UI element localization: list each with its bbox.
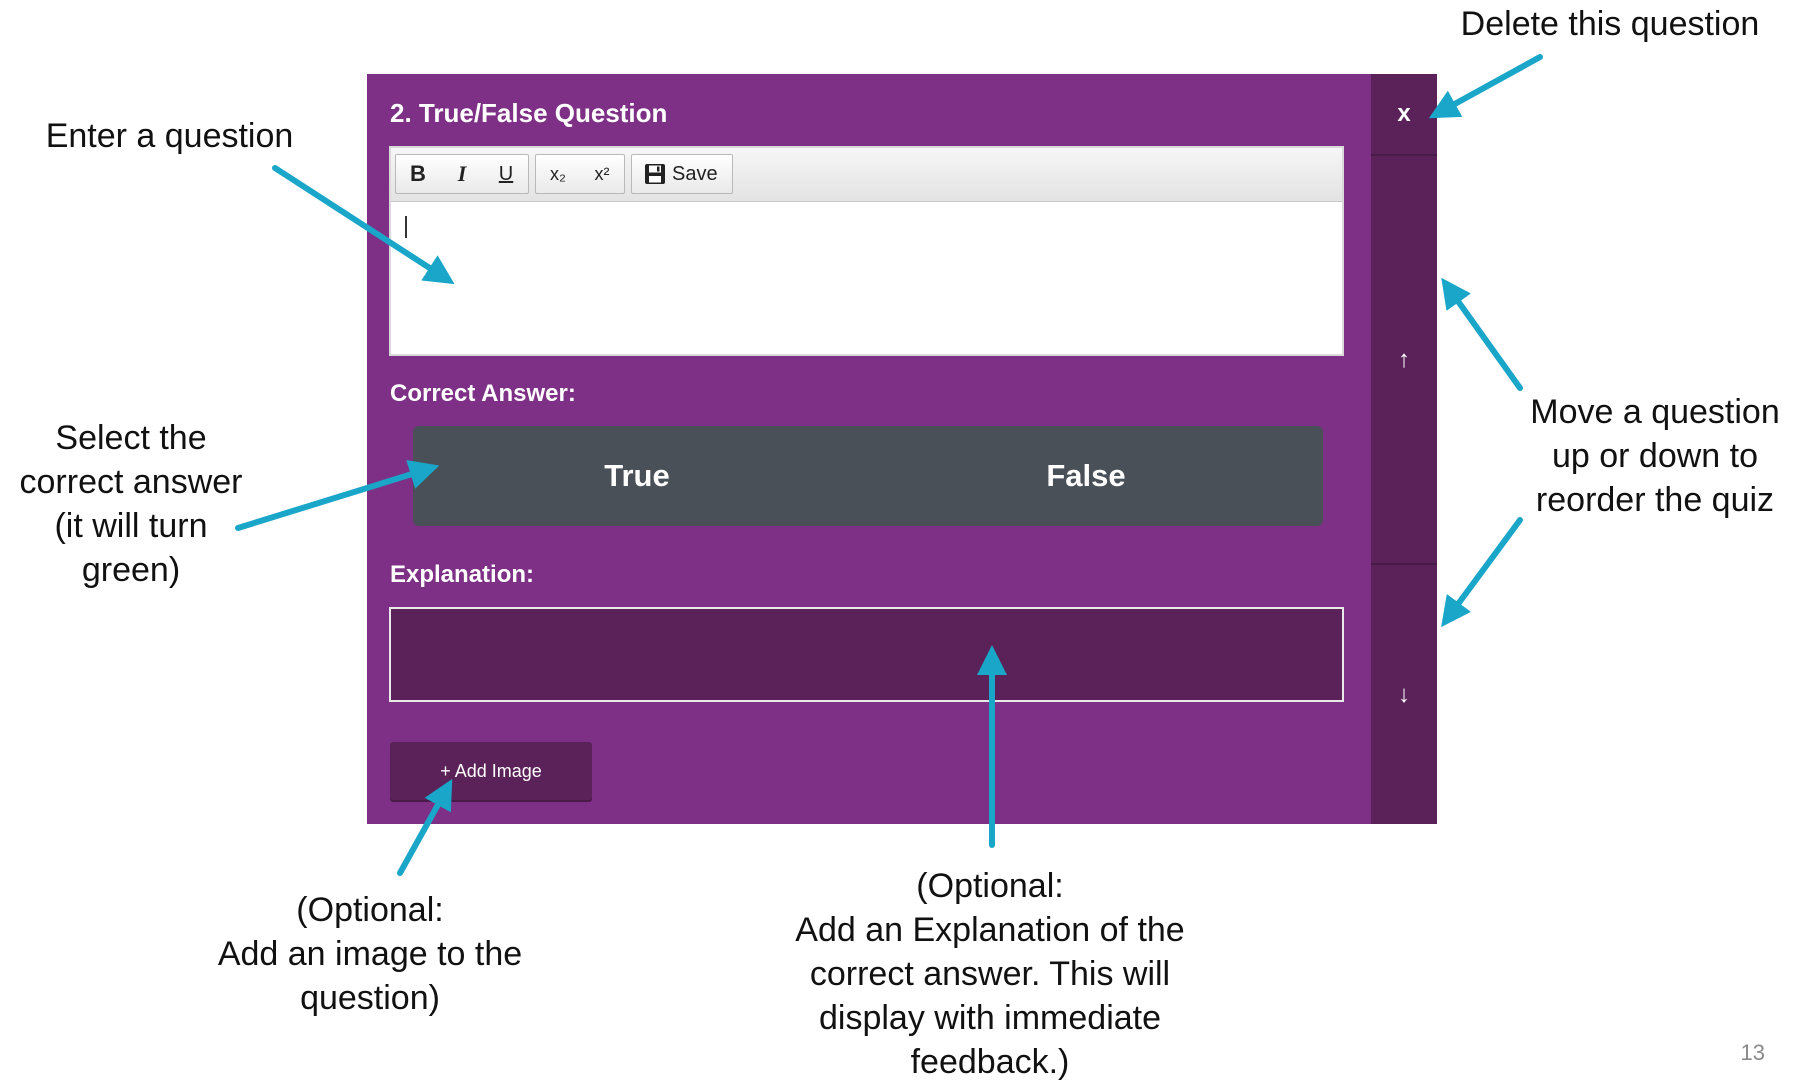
callout-line: reorder the quiz [1535,481,1775,519]
floppy-disk-icon [644,163,666,185]
save-button-group: Save [631,154,733,194]
callout-line: Select the [55,419,207,457]
format-button-group: B I U [395,154,529,194]
add-image-button[interactable]: + Add Image [390,742,592,800]
bold-button[interactable]: B [396,155,440,193]
arrow-delete [1428,54,1543,119]
callout-line: feedback.) [910,1043,1070,1081]
callout-line: (Optional: [296,891,444,929]
callout-move-question: Move a question up or down to reorder th… [1500,390,1810,522]
editor-content[interactable] [407,214,1330,344]
callout-enter-question: Enter a question [12,114,327,158]
save-label: Save [672,162,718,185]
callout-line: Move a question [1530,393,1780,431]
callout-line: Add an image to the [217,935,523,973]
superscript-button[interactable]: x² [580,155,624,193]
underline-button[interactable]: U [484,155,528,193]
callout-line: green) [81,551,181,589]
script-button-group: x₂ x² [535,154,625,194]
callout-line: (it will turn [54,507,208,545]
callout-line: Add an Explanation of the [795,911,1185,949]
arrow-move-down [1441,517,1523,628]
explanation-content [391,609,1342,629]
italic-button[interactable]: I [440,155,484,193]
move-down-button[interactable]: ↓ [1371,565,1437,824]
question-side-controls: x ↑ ↓ [1371,74,1437,824]
delete-question-button[interactable]: x [1371,74,1437,154]
answer-options: True False [413,426,1323,526]
correct-answer-label: Correct Answer: [390,380,576,407]
editor-toolbar: B I U x₂ x² Save [391,148,1342,202]
save-button[interactable]: Save [632,155,732,193]
answer-true-button[interactable]: True [537,426,737,526]
subscript-button[interactable]: x₂ [536,155,580,193]
explanation-field[interactable] [389,607,1344,702]
callout-text: Enter a question [45,117,294,155]
callout-select-correct: Select the correct answer (it will turn … [0,416,262,592]
answer-false-button[interactable]: False [986,426,1186,526]
page-number: 13 [1740,1040,1765,1065]
callout-delete-question: Delete this question [1410,2,1810,46]
callout-line: display with immediate [818,999,1162,1037]
question-editor[interactable]: B I U x₂ x² Save [389,146,1344,356]
move-up-button[interactable]: ↑ [1371,156,1437,563]
callout-line: correct answer [19,463,243,501]
question-panel: 2. True/False Question B I U x₂ x² Save … [367,74,1437,824]
callout-text: Delete this question [1460,5,1760,43]
callout-explanation: (Optional: Add an Explanation of the cor… [740,864,1240,1084]
callout-line: question) [300,979,440,1017]
explanation-label: Explanation: [390,561,535,588]
callout-add-image: (Optional: Add an image to the question) [160,888,580,1020]
arrow-move-up [1441,277,1523,391]
callout-line: correct answer. This will [809,955,1171,993]
callout-line: up or down to [1551,437,1759,475]
question-title: 2. True/False Question [390,98,668,128]
callout-line: (Optional: [916,867,1064,905]
